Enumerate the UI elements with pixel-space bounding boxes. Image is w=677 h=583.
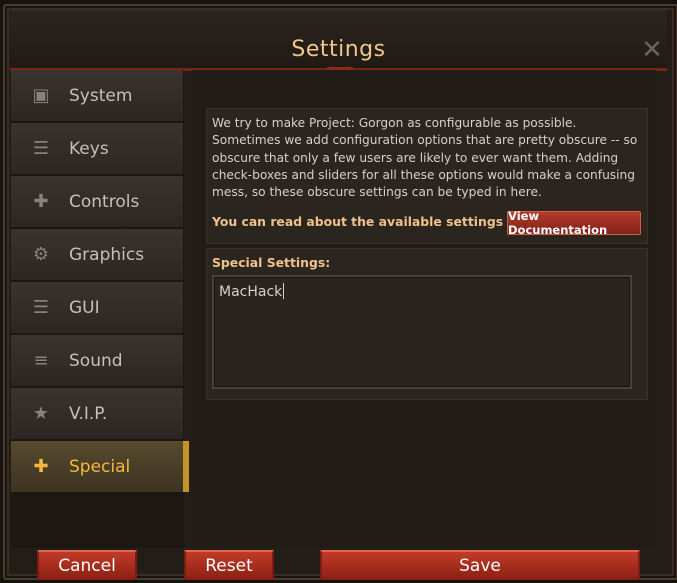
reset-button[interactable]: Reset xyxy=(184,550,274,580)
cancel-button[interactable]: Cancel xyxy=(37,550,137,580)
sidebar-item-label: V.I.P. xyxy=(69,403,108,424)
sidebar-item-label: Sound xyxy=(69,350,123,371)
settings-content: We try to make Project: Gorgon as config… xyxy=(191,70,657,548)
sidebar-item-label: Special xyxy=(69,456,131,477)
sidebar-item-gui[interactable]: ☰ GUI xyxy=(11,282,183,335)
title-bar: Settings ✕ xyxy=(10,10,667,71)
sidebar-item-keys[interactable]: ☰ Keys xyxy=(11,123,183,176)
sidebar-item-label: System xyxy=(69,85,133,106)
special-settings-textarea[interactable]: MacHack xyxy=(212,275,632,389)
puzzle-icon: ✚ xyxy=(33,191,49,212)
sidebar-item-label: Controls xyxy=(69,191,140,212)
list-icon: ☰ xyxy=(32,297,50,318)
view-documentation-button[interactable]: View Documentation xyxy=(507,209,641,237)
sidebar-item-controls[interactable]: ✚ Controls xyxy=(11,176,183,229)
description-text: We try to make Project: Gorgon as config… xyxy=(212,116,638,200)
sidebar-item-label: Keys xyxy=(69,138,109,159)
list-icon: ☰ xyxy=(32,138,50,159)
text-caret xyxy=(283,283,285,299)
special-settings-label: Special Settings: xyxy=(212,255,331,270)
sidebar-item-label: Graphics xyxy=(69,244,145,265)
star-icon: ★ xyxy=(32,403,50,424)
sidebar-item-sound[interactable]: ≡ Sound xyxy=(11,335,183,388)
gear-icon: ⚙ xyxy=(32,244,50,265)
special-settings-value: MacHack xyxy=(219,284,283,300)
sidebar-item-vip[interactable]: ★ V.I.P. xyxy=(11,388,183,441)
sidebar-item-label: GUI xyxy=(69,297,100,318)
sidebar-item-graphics[interactable]: ⚙ Graphics xyxy=(11,229,183,282)
window-title: Settings xyxy=(291,37,386,62)
sidebar: ▣ System ☰ Keys ✚ Controls ⚙ Graphics ☰ … xyxy=(11,70,197,548)
description-panel: We try to make Project: Gorgon as config… xyxy=(206,108,648,244)
sidebar-item-special[interactable]: ✚ Special xyxy=(11,441,197,494)
sliders-icon: ≡ xyxy=(33,350,49,371)
puzzle-icon: ✚ xyxy=(33,456,49,477)
floppy-disk-icon: ▣ xyxy=(32,85,50,106)
close-icon[interactable]: ✕ xyxy=(638,36,666,64)
special-settings-panel: Special Settings: MacHack xyxy=(206,248,648,400)
documentation-label: You can read about the available setting… xyxy=(212,214,545,229)
save-button[interactable]: Save xyxy=(320,550,640,580)
sidebar-item-system[interactable]: ▣ System xyxy=(11,70,183,123)
